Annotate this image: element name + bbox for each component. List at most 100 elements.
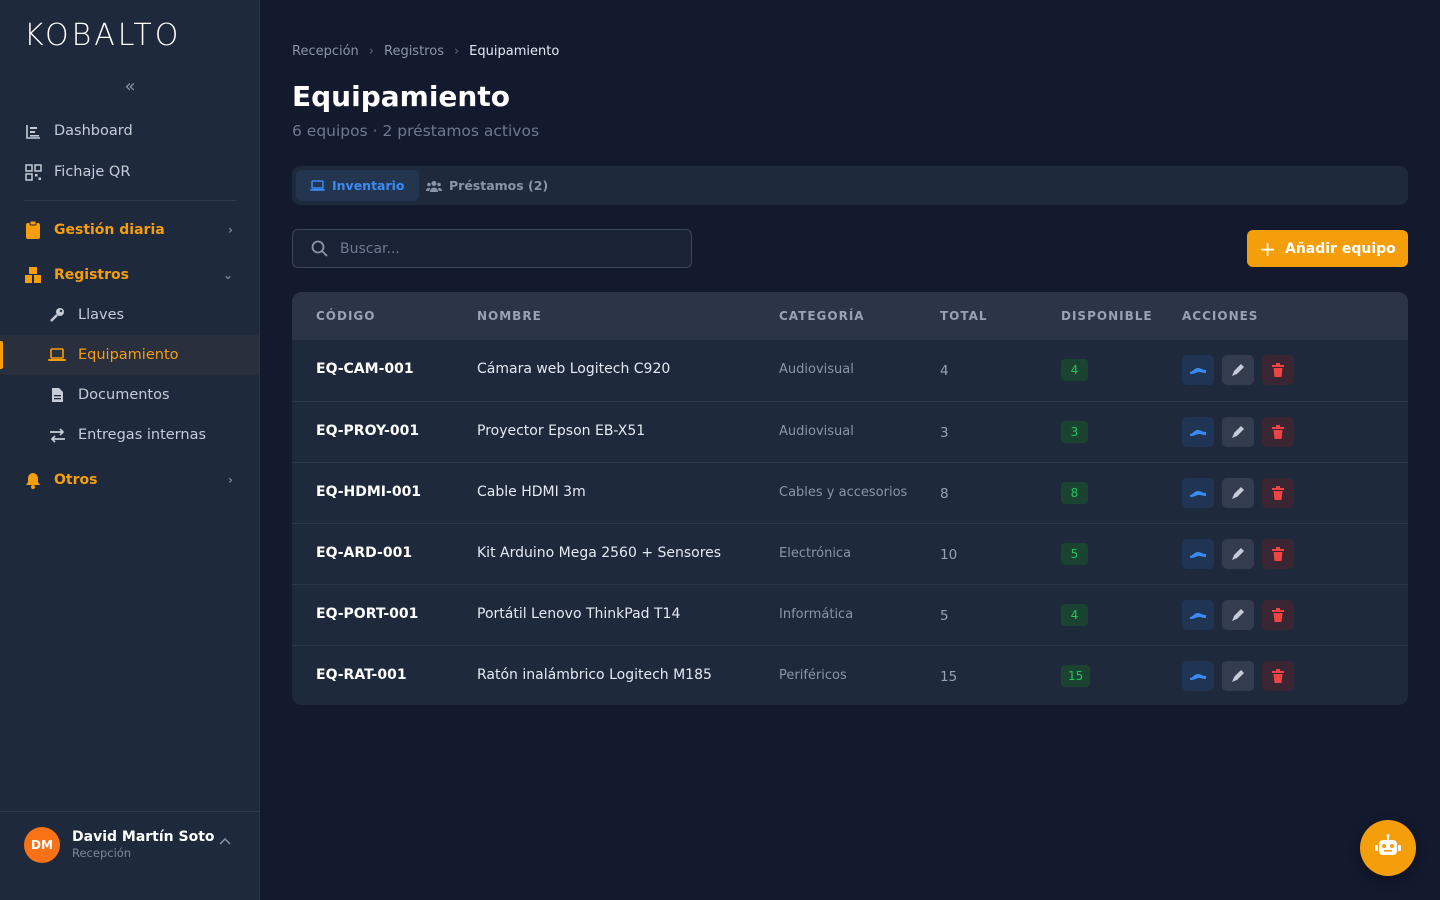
add-equipment-label: Añadir equipo: [1284, 240, 1396, 257]
sidebar-group-registros[interactable]: Registros ⌄: [0, 255, 259, 295]
equipment-category: Audiovisual: [779, 424, 854, 439]
equipment-code: EQ-RAT-001: [316, 667, 407, 683]
add-equipment-button[interactable]: + Añadir equipo: [1247, 230, 1408, 267]
sidebar-item-llaves[interactable]: Llaves: [0, 295, 259, 335]
available-badge: 4: [1061, 604, 1088, 626]
equipment-code: EQ-CAM-001: [316, 361, 414, 377]
sidebar-group-otros[interactable]: Otros ›: [0, 460, 259, 500]
handshake-icon: [1189, 549, 1207, 559]
sidebar-item-entregas-internas[interactable]: Entregas internas: [0, 415, 259, 455]
handshake-icon: [1189, 427, 1207, 437]
pencil-icon: [1231, 425, 1245, 439]
pencil-icon: [1231, 547, 1245, 561]
equipment-total: 10: [940, 547, 958, 563]
robot-icon: [1374, 834, 1402, 862]
pencil-icon: [1231, 669, 1245, 683]
tab-prestamos[interactable]: Préstamos (2): [412, 170, 562, 201]
user-role: Recepción: [72, 846, 132, 860]
equipment-name: Cámara web Logitech C920: [477, 361, 671, 377]
edit-button[interactable]: [1222, 417, 1254, 447]
lend-button[interactable]: [1182, 600, 1214, 630]
equipment-table: CÓDIGO NOMBRE CATEGORÍA TOTAL DISPONIBLE…: [292, 292, 1408, 705]
column-header-categoria[interactable]: CATEGORÍA: [779, 309, 865, 323]
equipment-code: EQ-HDMI-001: [316, 484, 422, 500]
sidebar-item-fichaje-qr[interactable]: Fichaje QR: [0, 152, 259, 192]
lend-button[interactable]: [1182, 355, 1214, 385]
table-row: EQ-PROY-001 Proyector Epson EB-X51 Audio…: [292, 401, 1408, 462]
bell-icon: [23, 470, 43, 490]
edit-button[interactable]: [1222, 355, 1254, 385]
tab-inventario[interactable]: Inventario: [296, 170, 419, 201]
available-badge: 5: [1061, 543, 1088, 565]
lend-button[interactable]: [1182, 661, 1214, 691]
collapse-sidebar-icon[interactable]: «: [120, 76, 140, 97]
brand-logo[interactable]: KOBALTO: [24, 18, 181, 53]
exchange-icon: [47, 425, 67, 445]
sidebar-divider: [24, 200, 236, 201]
handshake-icon: [1189, 488, 1207, 498]
assistant-bot-button[interactable]: [1360, 820, 1416, 876]
sidebar-item-dashboard[interactable]: Dashboard: [0, 111, 259, 151]
table-row: EQ-ARD-001 Kit Arduino Mega 2560 + Senso…: [292, 523, 1408, 584]
available-badge: 3: [1061, 421, 1088, 443]
edit-button[interactable]: [1222, 539, 1254, 569]
lend-button[interactable]: [1182, 539, 1214, 569]
column-header-disponible[interactable]: DISPONIBLE: [1061, 309, 1153, 323]
breadcrumb-item[interactable]: Recepción: [292, 44, 359, 59]
breadcrumb-item[interactable]: Registros: [384, 44, 444, 59]
lend-button[interactable]: [1182, 417, 1214, 447]
sidebar-item-equipamiento[interactable]: Equipamiento: [0, 335, 259, 375]
equipment-total: 5: [940, 608, 949, 624]
sidebar-item-label: Llaves: [78, 307, 125, 323]
sidebar-item-documentos[interactable]: Documentos: [0, 375, 259, 415]
equipment-category: Electrónica: [779, 546, 852, 561]
column-header-codigo[interactable]: CÓDIGO: [316, 309, 375, 323]
edit-button[interactable]: [1222, 600, 1254, 630]
handshake-icon: [1189, 365, 1207, 375]
handshake-icon: [1189, 610, 1207, 620]
breadcrumb-separator: ›: [368, 44, 374, 59]
sidebar: KOBALTO « Dashboard Fichaje QR Gestión d…: [0, 0, 260, 900]
trash-icon: [1272, 486, 1284, 500]
search-box: [292, 229, 692, 268]
equipment-code: EQ-PORT-001: [316, 606, 419, 622]
lend-button[interactable]: [1182, 478, 1214, 508]
delete-button[interactable]: [1262, 478, 1294, 508]
table-row: EQ-RAT-001 Ratón inalámbrico Logitech M1…: [292, 645, 1408, 705]
equipment-category: Informática: [779, 607, 854, 622]
delete-button[interactable]: [1262, 661, 1294, 691]
page-subtitle: 6 equipos · 2 préstamos activos: [292, 122, 540, 140]
users-icon: [426, 180, 442, 192]
table-row: EQ-PORT-001 Portátil Lenovo ThinkPad T14…: [292, 584, 1408, 645]
search-icon: [311, 240, 328, 257]
handshake-icon: [1189, 671, 1207, 681]
search-input[interactable]: [340, 240, 660, 257]
trash-icon: [1272, 425, 1284, 439]
equipment-name: Kit Arduino Mega 2560 + Sensores: [477, 545, 722, 561]
equipment-category: Cables y accesorios: [779, 485, 908, 500]
pencil-icon: [1231, 363, 1245, 377]
chevron-down-icon: ⌄: [222, 268, 233, 282]
trash-icon: [1272, 547, 1284, 561]
tab-label: Inventario: [332, 178, 405, 193]
trash-icon: [1272, 669, 1284, 683]
sidebar-item-label: Dashboard: [54, 123, 133, 139]
delete-button[interactable]: [1262, 600, 1294, 630]
delete-button[interactable]: [1262, 539, 1294, 569]
column-header-nombre[interactable]: NOMBRE: [477, 309, 542, 323]
pencil-icon: [1231, 486, 1245, 500]
equipment-total: 8: [940, 486, 949, 502]
column-header-total[interactable]: TOTAL: [940, 309, 988, 323]
equipment-name: Proyector Epson EB-X51: [477, 423, 646, 439]
delete-button[interactable]: [1262, 355, 1294, 385]
table-body: EQ-CAM-001 Cámara web Logitech C920 Audi…: [292, 340, 1408, 705]
user-profile[interactable]: DM David Martín Soto Recepción: [0, 811, 259, 900]
edit-button[interactable]: [1222, 478, 1254, 508]
clipboard-icon: [23, 220, 43, 240]
boxes-icon: [23, 265, 43, 285]
delete-button[interactable]: [1262, 417, 1294, 447]
file-icon: [47, 385, 67, 405]
equipment-name: Ratón inalámbrico Logitech M185: [477, 667, 712, 683]
sidebar-group-gestion-diaria[interactable]: Gestión diaria ›: [0, 210, 259, 250]
edit-button[interactable]: [1222, 661, 1254, 691]
